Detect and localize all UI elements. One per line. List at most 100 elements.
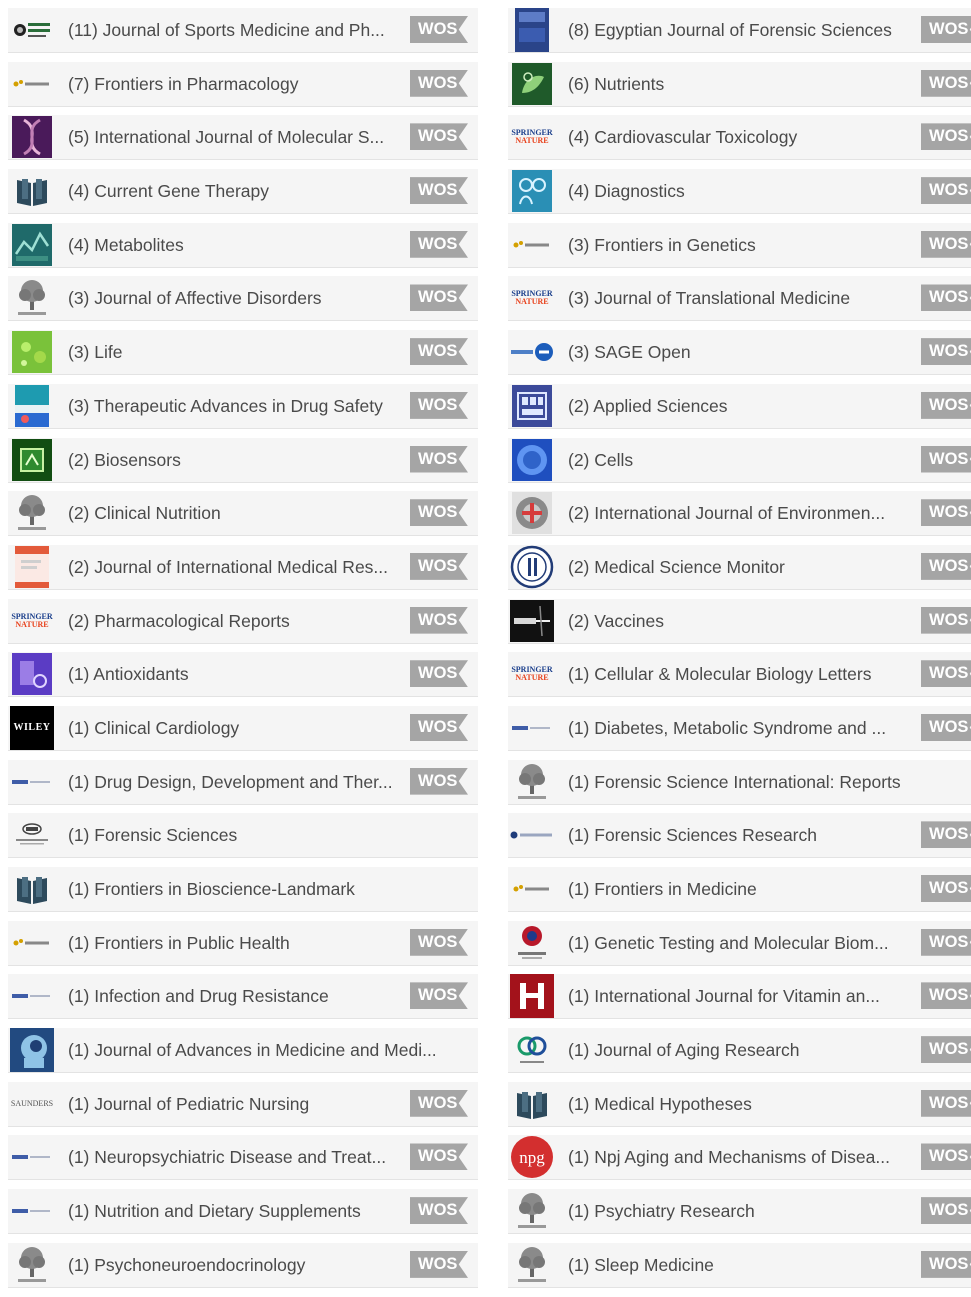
journal-title[interactable]: (2) Applied Sciences [568,384,901,428]
journal-row[interactable]: WILEY (1) Clinical Cardiology WOS [8,705,478,751]
journal-row[interactable]: (1) Frontiers in Bioscience-Landmark [8,867,478,912]
journal-row[interactable]: (5) International Journal of Molecular S… [8,115,478,161]
journal-title[interactable]: (2) Cells [568,438,901,482]
journal-row[interactable]: SAUNDERS (1) Journal of Pediatric Nursing… [8,1081,478,1127]
journal-title[interactable]: (1) Frontiers in Bioscience-Landmark [68,867,470,911]
journal-title[interactable]: (1) Sleep Medicine [568,1243,901,1287]
journal-title[interactable]: (1) Medical Hypotheses [568,1082,901,1126]
wos-badge: WOS [921,660,971,688]
journal-row[interactable]: (1) Frontiers in Medicine WOS [508,867,971,912]
journal-title[interactable]: (11) Journal of Sports Medicine and Ph..… [68,8,408,52]
journal-row[interactable]: (2) International Journal of Environmen.… [508,491,971,537]
journal-row[interactable]: (4) Current Gene Therapy WOS [8,169,478,215]
journal-title[interactable]: (1) Drug Design, Development and Ther... [68,760,408,804]
journal-title[interactable]: (1) Journal of Aging Research [568,1028,901,1072]
journal-row[interactable]: (3) SAGE Open WOS [508,330,971,376]
wos-badge: WOS [410,177,468,205]
journal-row[interactable]: SPRINGER NATURE (3) Journal of Translation… [508,276,971,322]
journal-row[interactable]: SPRINGER NATURE (4) Cardiovascular Toxicol… [508,115,971,161]
journal-title[interactable]: (1) Journal of Pediatric Nursing [68,1082,408,1126]
journal-row[interactable]: (1) Medical Hypotheses WOS [508,1081,971,1127]
journal-title[interactable]: (1) Antioxidants [68,652,408,696]
journal-row[interactable]: (3) Journal of Affective Disorders WOS [8,276,478,322]
journal-row[interactable]: (1) Nutrition and Dietary Supplements WOS [8,1189,478,1235]
journal-title[interactable]: (3) Journal of Translational Medicine [568,276,901,320]
journal-row[interactable]: (1) Forensic Sciences [8,813,478,859]
journal-title[interactable]: (1) Genetic Testing and Molecular Biom..… [568,921,901,965]
journal-title[interactable]: (4) Metabolites [68,223,408,267]
journal-title[interactable]: (5) International Journal of Molecular S… [68,115,408,159]
journal-row[interactable]: (1) Antioxidants WOS [8,652,478,698]
journal-title[interactable]: (1) Frontiers in Medicine [568,867,901,911]
journal-row[interactable]: (4) Diagnostics WOS [508,169,971,215]
journal-row[interactable]: (11) Journal of Sports Medicine and Ph..… [8,8,478,53]
journal-row[interactable]: npg (1) Npj Aging and Mechanisms of Disea… [508,1135,971,1181]
journal-row[interactable]: (7) Frontiers in Pharmacology WOS [8,61,478,107]
journal-row[interactable]: (3) Therapeutic Advances in Drug Safety W… [8,383,478,429]
journal-title[interactable]: (2) Journal of International Medical Res… [68,545,408,589]
journal-row[interactable]: (1) Forensic Science International: Repo… [508,759,971,805]
journal-title[interactable]: (1) Cellular & Molecular Biology Letters [568,652,901,696]
journal-row[interactable]: (2) Biosensors WOS [8,437,478,483]
journal-title[interactable]: (1) Frontiers in Public Health [68,921,408,965]
journal-title[interactable]: (3) Life [68,330,408,374]
springer-nature-logo-icon: SPRINGER NATURE [511,666,553,683]
journal-title[interactable]: (4) Cardiovascular Toxicology [568,115,901,159]
journal-title[interactable]: (1) Psychoneuroendocrinology [68,1243,408,1287]
journal-row[interactable]: (1) Journal of Advances in Medicine and … [8,1028,478,1074]
journal-title[interactable]: (1) Npj Aging and Mechanisms of Disea... [568,1135,901,1179]
journal-title[interactable]: (1) Infection and Drug Resistance [68,974,408,1018]
journal-row[interactable]: (2) Clinical Nutrition WOS [8,491,478,537]
journal-row[interactable]: (1) Infection and Drug Resistance WOS [8,974,478,1020]
journal-row[interactable]: (1) Psychoneuroendocrinology WOS [8,1242,478,1288]
journal-title[interactable]: (3) Journal of Affective Disorders [68,276,408,320]
journal-row[interactable]: (1) Drug Design, Development and Ther...… [8,759,478,805]
journal-row[interactable]: (2) Applied Sciences WOS [508,383,971,429]
journal-row[interactable]: (8) Egyptian Journal of Forensic Science… [508,8,971,53]
journal-row[interactable]: (1) International Journal for Vitamin an… [508,974,971,1020]
journal-title[interactable]: (1) Neuropsychiatric Disease and Treat..… [68,1135,408,1179]
journal-row[interactable]: (6) Nutrients WOS [508,61,971,107]
journal-row[interactable]: (2) Cells WOS [508,437,971,483]
journal-row[interactable]: SPRINGER NATURE (1) Cellular & Molecular B… [508,652,971,698]
journal-row[interactable]: (2) Journal of International Medical Res… [8,544,478,590]
journal-row[interactable]: (2) Medical Science Monitor WOS [508,544,971,590]
journal-row[interactable]: (4) Metabolites WOS [8,222,478,268]
journal-title[interactable]: (1) Diabetes, Metabolic Syndrome and ... [568,706,901,750]
journal-title[interactable]: (1) International Journal for Vitamin an… [568,974,901,1018]
journal-title[interactable]: (1) Forensic Sciences Research [568,813,901,857]
journal-row[interactable]: (1) Diabetes, Metabolic Syndrome and ...… [508,705,971,751]
journal-title[interactable]: (2) Clinical Nutrition [68,491,408,535]
journal-row[interactable]: (1) Neuropsychiatric Disease and Treat..… [8,1135,478,1181]
journal-row[interactable]: (1) Genetic Testing and Molecular Biom..… [508,920,971,966]
journal-title[interactable]: (4) Diagnostics [568,169,901,213]
journal-title[interactable]: (2) Medical Science Monitor [568,545,901,589]
journal-row[interactable]: SPRINGER NATURE (2) Pharmacological Report… [8,598,478,644]
journal-title[interactable]: (2) International Journal of Environmen.… [568,491,901,535]
journal-title[interactable]: (4) Current Gene Therapy [68,169,408,213]
journal-title[interactable]: (1) Psychiatry Research [568,1189,901,1233]
journal-title[interactable]: (1) Clinical Cardiology [68,706,408,750]
journal-row[interactable]: (1) Frontiers in Public Health WOS [8,920,478,966]
journal-title[interactable]: (1) Forensic Science International: Repo… [568,760,963,804]
journal-title[interactable]: (1) Journal of Advances in Medicine and … [68,1028,470,1072]
journal-title[interactable]: (3) Therapeutic Advances in Drug Safety [68,384,408,428]
journal-title[interactable]: (2) Biosensors [68,438,408,482]
journal-row[interactable]: (1) Psychiatry Research WOS [508,1189,971,1235]
journal-title[interactable]: (1) Nutrition and Dietary Supplements [68,1189,408,1233]
journal-title[interactable]: (2) Pharmacological Reports [68,599,408,643]
journal-title[interactable]: (3) SAGE Open [568,330,901,374]
journal-row[interactable]: (3) Frontiers in Genetics WOS [508,222,971,268]
journal-row[interactable]: (1) Journal of Aging Research WOS [508,1028,971,1074]
journal-row[interactable]: (1) Sleep Medicine WOS [508,1242,971,1288]
journal-title[interactable]: (1) Forensic Sciences [68,813,470,857]
wos-badge: WOS [410,1250,468,1278]
journal-row[interactable]: (1) Forensic Sciences Research WOS [508,813,971,859]
journal-title[interactable]: (6) Nutrients [568,62,901,106]
journal-title[interactable]: (7) Frontiers in Pharmacology [68,62,408,106]
journal-title[interactable]: (8) Egyptian Journal of Forensic Science… [568,8,901,52]
journal-row[interactable]: (3) Life WOS [8,330,478,376]
journal-row[interactable]: (2) Vaccines WOS [508,598,971,644]
journal-title[interactable]: (3) Frontiers in Genetics [568,223,901,267]
journal-title[interactable]: (2) Vaccines [568,599,901,643]
